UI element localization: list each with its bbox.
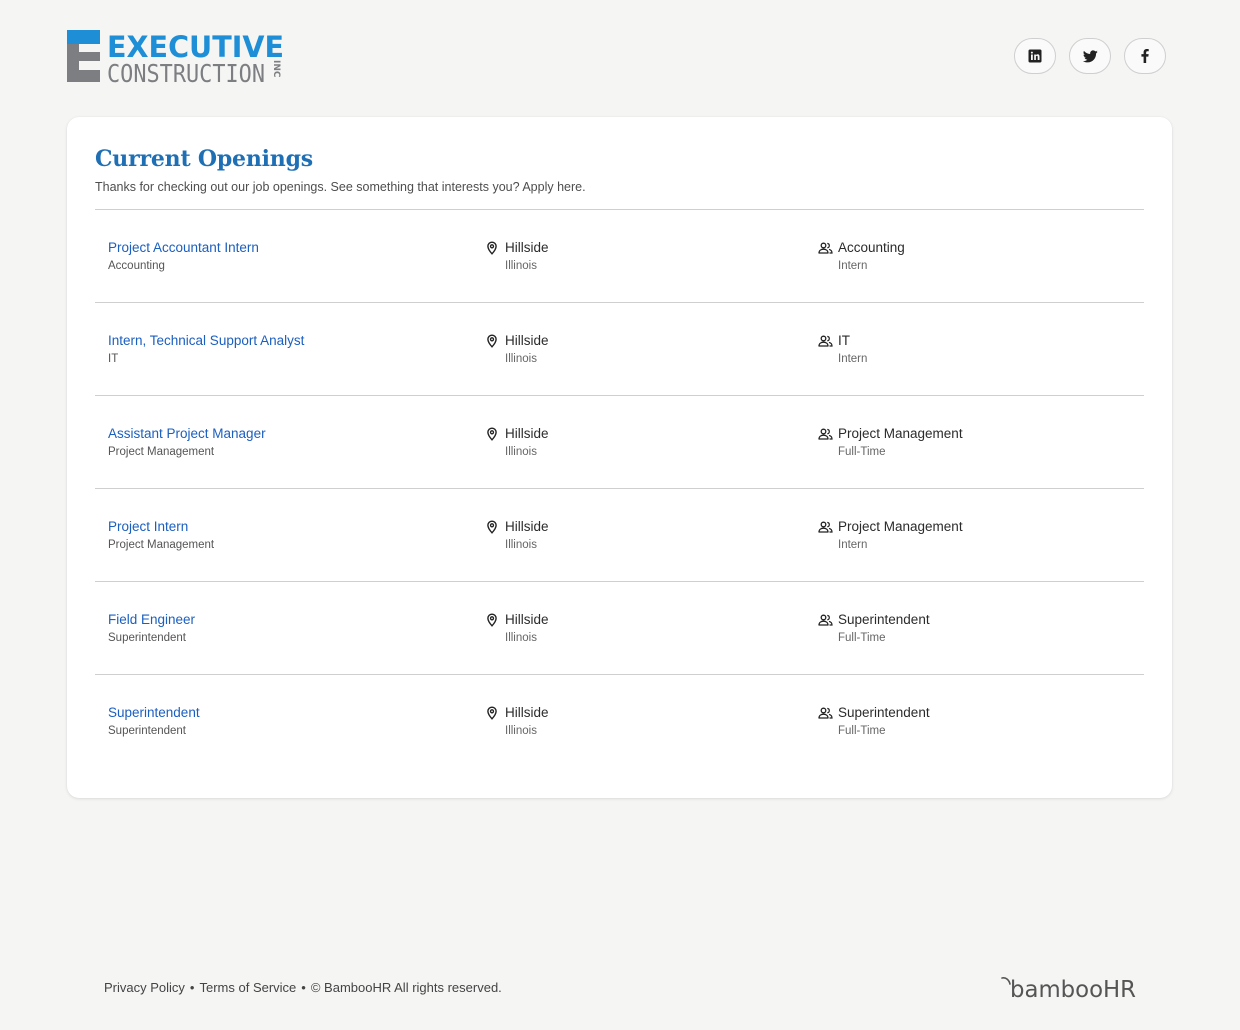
job-title-link[interactable]: Project Intern: [108, 518, 214, 536]
openings-card: Current Openings Thanks for checking out…: [67, 117, 1172, 798]
job-employment-type: Intern: [838, 353, 868, 365]
logo-suffix: INC: [271, 60, 281, 78]
job-title-cell: Project Intern Project Management: [108, 518, 214, 553]
job-row: Intern, Technical Support Analyst IT Hil…: [95, 303, 1144, 396]
map-pin-icon: [485, 613, 499, 627]
job-employment-type: Intern: [838, 260, 868, 272]
map-pin-icon: [485, 427, 499, 441]
people-icon: [818, 520, 833, 534]
job-title-cell: Field Engineer Superintendent: [108, 611, 195, 646]
job-title-cell: Intern, Technical Support Analyst IT: [108, 332, 304, 367]
footer-separator: •: [189, 980, 195, 995]
page-footer: Privacy Policy • Terms of Service • © Bamboo…: [104, 979, 502, 997]
people-icon: [818, 334, 833, 348]
facebook-icon: [1141, 49, 1149, 63]
job-title-link[interactable]: Assistant Project Manager: [108, 425, 266, 443]
job-row: Project Accountant Intern Accounting Hil…: [95, 210, 1144, 303]
job-title-cell: Assistant Project Manager Project Manage…: [108, 425, 266, 460]
job-row: Project Intern Project Management Hillsi…: [95, 489, 1144, 582]
job-title-link[interactable]: Intern, Technical Support Analyst: [108, 332, 304, 350]
job-team-cell: IT Intern: [818, 332, 867, 367]
job-state: Illinois: [505, 632, 537, 644]
people-icon: [818, 427, 833, 441]
job-city: Hillside: [505, 240, 549, 255]
job-location-cell: Hillside Illinois: [485, 425, 549, 460]
bamboohr-wordmark: bambooHR: [1010, 977, 1136, 1003]
people-icon: [818, 613, 833, 627]
copyright-text: © BambooHR All rights reserved.: [310, 980, 502, 995]
page-header: EXECUTIVE CONSTRUCTION INC: [0, 0, 1240, 110]
job-department: Project Management: [108, 539, 215, 551]
job-location-cell: Hillside Illinois: [485, 332, 549, 367]
terms-of-service-link[interactable]: Terms of Service: [199, 980, 296, 995]
job-city: Hillside: [505, 333, 549, 348]
job-employment-type: Full-Time: [838, 725, 886, 737]
job-location-cell: Hillside Illinois: [485, 704, 549, 739]
job-team-cell: Superintendent Full-Time: [818, 611, 930, 646]
job-city: Hillside: [505, 426, 549, 441]
footer-separator: •: [301, 980, 306, 995]
facebook-button[interactable]: [1124, 38, 1166, 74]
job-state: Illinois: [505, 260, 537, 272]
job-city: Hillside: [505, 705, 549, 720]
company-logo[interactable]: EXECUTIVE CONSTRUCTION INC: [67, 30, 297, 86]
job-title-link[interactable]: Project Accountant Intern: [108, 239, 259, 257]
job-state: Illinois: [505, 539, 537, 551]
job-department: Project Management: [108, 446, 215, 458]
logo-line2: CONSTRUCTION: [107, 59, 265, 86]
job-team: Project Management: [838, 519, 963, 534]
job-team: Accounting: [838, 240, 905, 255]
job-location-cell: Hillside Illinois: [485, 518, 549, 553]
job-team-cell: Accounting Intern: [818, 239, 905, 274]
job-department: IT: [108, 353, 119, 365]
people-icon: [818, 706, 833, 720]
job-city: Hillside: [505, 612, 549, 627]
job-location-cell: Hillside Illinois: [485, 239, 549, 274]
page-title: Current Openings: [95, 146, 313, 172]
job-employment-type: Intern: [838, 539, 868, 551]
linkedin-button[interactable]: [1014, 38, 1056, 74]
job-team-cell: Superintendent Full-Time: [818, 704, 930, 739]
job-team: Superintendent: [838, 612, 930, 627]
job-state: Illinois: [505, 446, 537, 458]
job-row: Superintendent Superintendent Hillside I…: [95, 675, 1144, 768]
map-pin-icon: [485, 334, 499, 348]
job-location-cell: Hillside Illinois: [485, 611, 549, 646]
job-team: IT: [838, 333, 850, 348]
job-employment-type: Full-Time: [838, 446, 886, 458]
job-title-link[interactable]: Superintendent: [108, 704, 200, 722]
job-title-cell: Project Accountant Intern Accounting: [108, 239, 259, 274]
bamboohr-logo[interactable]: bambooHR: [1000, 974, 1140, 1004]
job-row: Assistant Project Manager Project Manage…: [95, 396, 1144, 489]
job-department: Superintendent: [108, 725, 187, 737]
job-list: Project Accountant Intern Accounting Hil…: [95, 210, 1144, 768]
privacy-policy-link[interactable]: Privacy Policy: [104, 980, 185, 995]
twitter-button[interactable]: [1069, 38, 1111, 74]
job-state: Illinois: [505, 353, 537, 365]
job-department: Accounting: [108, 260, 165, 272]
job-title-cell: Superintendent Superintendent: [108, 704, 200, 739]
job-employment-type: Full-Time: [838, 632, 886, 644]
job-team: Project Management: [838, 426, 963, 441]
map-pin-icon: [485, 520, 499, 534]
job-team-cell: Project Management Full-Time: [818, 425, 963, 460]
job-row: Field Engineer Superintendent Hillside I…: [95, 582, 1144, 675]
job-team: Superintendent: [838, 705, 930, 720]
job-department: Superintendent: [108, 632, 187, 644]
linkedin-icon: [1028, 49, 1042, 63]
job-city: Hillside: [505, 519, 549, 534]
people-icon: [818, 241, 833, 255]
twitter-icon: [1082, 49, 1098, 62]
job-team-cell: Project Management Intern: [818, 518, 963, 553]
social-links: [1014, 38, 1166, 74]
job-state: Illinois: [505, 725, 537, 737]
map-pin-icon: [485, 241, 499, 255]
job-title-link[interactable]: Field Engineer: [108, 611, 195, 629]
page-subtitle: Thanks for checking out our job openings…: [95, 180, 586, 194]
map-pin-icon: [485, 706, 499, 720]
